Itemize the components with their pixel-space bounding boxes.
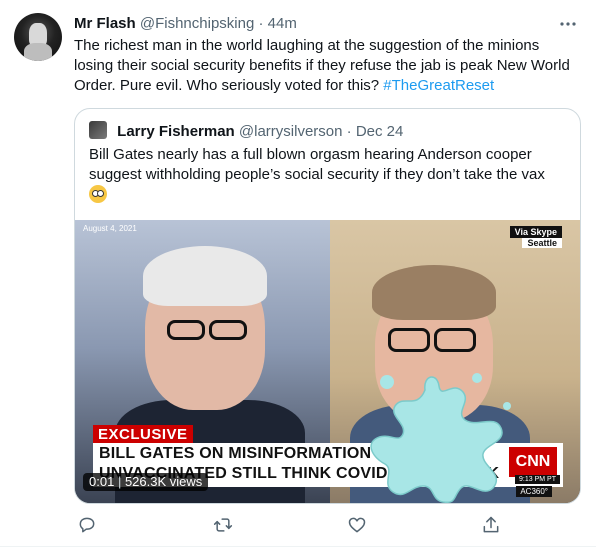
quote-date[interactable]: Dec 24: [356, 123, 404, 140]
tweet[interactable]: Mr Flash @Fishnchipsking · 44m The riche…: [0, 0, 596, 547]
author-handle[interactable]: @Fishnchipsking: [140, 15, 254, 32]
cnn-logo: CNN: [509, 447, 557, 477]
avatar-figure-body: [24, 43, 52, 61]
hashtag-link[interactable]: #TheGreatReset: [383, 77, 494, 94]
views-separator: |: [117, 474, 122, 489]
anchor-glasses-right: [209, 320, 247, 340]
via-label: Via Skype: [509, 226, 562, 238]
quote-header: Larry Fisherman @larrysilverson · Dec 24: [89, 121, 403, 142]
quote-author-avatar[interactable]: [89, 121, 107, 139]
video-date-stamp: August 4, 2021: [83, 224, 137, 233]
quote-body: Bill Gates nearly has a full blown orgas…: [89, 146, 545, 183]
exclusive-banner: EXCLUSIVE: [93, 425, 193, 444]
quote-header-separator: ·: [346, 123, 352, 140]
video-elapsed-views: 0:01 | 526.3K views: [83, 473, 209, 491]
splash-overlay-icon: [370, 373, 511, 503]
guest-hair: [372, 265, 496, 320]
tweet-header: Mr Flash @Fishnchipsking · 44m: [74, 14, 297, 34]
guest-glasses-right: [434, 328, 476, 352]
flushed-face-icon: [89, 185, 107, 203]
like-icon[interactable]: [347, 515, 369, 537]
tweet-body: The richest man in the world laughing at…: [74, 37, 570, 94]
header-separator: ·: [258, 15, 264, 32]
guest-glasses-left: [388, 328, 430, 352]
broadcast-time: 9:13 PM PT: [515, 475, 560, 484]
tweet-text: The richest man in the world laughing at…: [74, 36, 578, 96]
video-elapsed: 0:01: [89, 474, 115, 489]
anchor-hair: [143, 246, 267, 306]
quote-author-name[interactable]: Larry Fisherman: [117, 123, 235, 140]
video-views: 526.3K views: [124, 474, 203, 489]
anchor-glasses-left: [167, 320, 205, 340]
chyron-line-1-main: BILL GATES ON MISINFORMATION: [99, 445, 372, 462]
quote-text: Bill Gates nearly has a full blown orgas…: [89, 145, 569, 206]
video-player[interactable]: August 4, 2021 Via Skype Seattle EXCLUSI…: [75, 220, 580, 503]
tweet-actions: [74, 515, 504, 535]
retweet-icon[interactable]: [213, 515, 235, 537]
reply-icon[interactable]: [77, 515, 99, 537]
share-icon[interactable]: [481, 515, 503, 537]
author-name[interactable]: Mr Flash: [74, 15, 136, 32]
author-avatar[interactable]: [14, 13, 62, 61]
program-badge: AC360°: [516, 486, 552, 497]
quoted-tweet[interactable]: Larry Fisherman @larrysilverson · Dec 24…: [74, 108, 581, 504]
more-horizontal-icon[interactable]: [558, 14, 578, 38]
via-city: Seattle: [522, 238, 562, 248]
quote-author-handle[interactable]: @larrysilverson: [239, 123, 343, 140]
tweet-time[interactable]: 44m: [268, 15, 297, 32]
